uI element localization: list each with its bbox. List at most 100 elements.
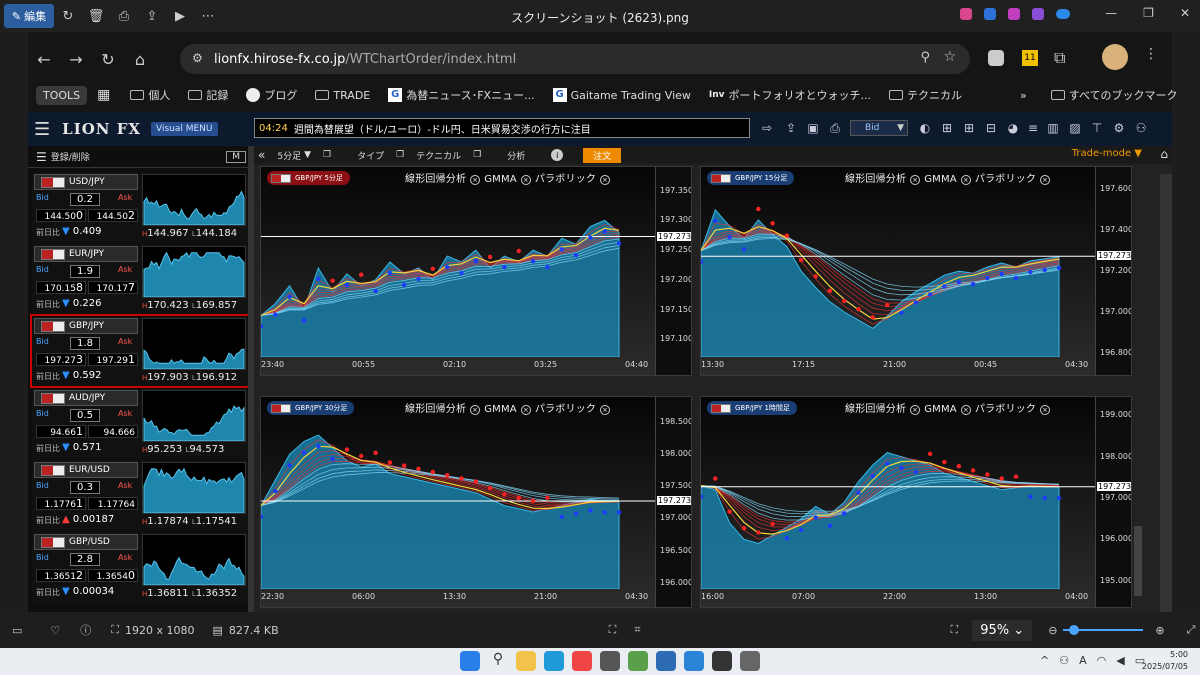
extension-chat-icon[interactable] <box>988 50 1004 66</box>
pair-card[interactable]: EUR/JPY Bid 1.9 Ask 170.158 170.177 前日比 ▼ 0.226… <box>32 244 248 314</box>
pair-card[interactable]: USD/JPY Bid 0.2 Ask 144.500 144.502 前日比 ▼ 0.409… <box>32 172 248 242</box>
close-icon[interactable]: × <box>600 405 611 415</box>
close-icon[interactable]: × <box>910 405 921 415</box>
close-icon[interactable]: × <box>1040 175 1051 185</box>
volume-icon[interactable]: ◀ <box>1116 654 1124 667</box>
regression-label[interactable]: 線形回帰分析 <box>405 404 466 415</box>
extension-badge[interactable]: 11 <box>1022 50 1038 66</box>
bookmark-portfolio[interactable]: Inv ポートフォリオとウォッチ... <box>709 87 871 103</box>
technical-button[interactable]: テクニカル <box>416 149 461 162</box>
settings-icon[interactable]: ⚙ <box>1112 121 1126 135</box>
home-icon[interactable]: ⌂ <box>124 44 156 74</box>
bid-button[interactable]: 1.17761 <box>36 497 86 510</box>
parabolic-label[interactable]: パラボリック <box>975 174 1036 185</box>
crop-icon[interactable]: ⛶ <box>609 623 617 637</box>
close-icon[interactable]: × <box>910 175 921 185</box>
chrome-icon[interactable] <box>572 651 592 671</box>
edge-icon[interactable] <box>544 651 564 671</box>
maximize-icon[interactable]: ❐ <box>1143 6 1154 20</box>
ask-button[interactable]: 144.502 <box>88 209 138 222</box>
edit-button[interactable]: ✎ 編集 <box>4 4 54 28</box>
back-icon[interactable]: ← <box>28 44 60 74</box>
chart-title-tag[interactable]: GBP/JPY 1時間足 <box>707 401 797 415</box>
signal-icon[interactable]: ▥ <box>1046 121 1060 135</box>
close-icon[interactable]: × <box>960 175 971 185</box>
chart-panel[interactable]: GBP/JPY 5分足 線形回帰分析 × GMMA × パラボリック × 197.350 197… <box>260 166 692 376</box>
people-icon[interactable]: ⚇ <box>1059 654 1069 667</box>
ask-button[interactable]: 170.177 <box>88 281 138 294</box>
type-button[interactable]: タイプ <box>357 149 384 162</box>
ocr-icon[interactable]: ⌗ <box>634 623 640 637</box>
pair-card[interactable]: AUD/JPY Bid 0.5 Ask 94.661 94.666 前日比 ▼ 0.571 H9… <box>32 388 248 458</box>
favorite-icon[interactable]: ♡ <box>50 624 60 637</box>
pair-header[interactable]: EUR/USD <box>34 462 138 478</box>
chart-plot[interactable] <box>701 397 1095 589</box>
regression-label[interactable]: 線形回帰分析 <box>845 404 906 415</box>
address-bar[interactable]: ⚙ lionfx.hirose-fx.co.jp/WTChartOrder/in… <box>180 44 970 74</box>
close-icon[interactable]: × <box>600 175 611 185</box>
site-info-icon[interactable]: ⚙ <box>192 51 203 65</box>
bid-button[interactable]: 170.158 <box>36 281 86 294</box>
gmma-label[interactable]: GMMA <box>484 404 517 415</box>
clock[interactable]: 5:00 2025/07/05 <box>1142 649 1188 673</box>
chart-title-tag[interactable]: GBP/JPY 15分足 <box>707 171 795 185</box>
clipchamp-icon[interactable] <box>1008 8 1020 20</box>
account-icon[interactable]: ⚇ <box>1134 121 1148 135</box>
minimize-icon[interactable]: — <box>1105 6 1117 20</box>
copy-icon[interactable]: ❐ <box>473 150 481 160</box>
more-bookmarks-icon[interactable]: » <box>1020 89 1027 102</box>
rotate-icon[interactable]: ↻ <box>54 0 82 32</box>
chevron-up-icon[interactable]: ^ <box>1040 654 1049 667</box>
speed-icon[interactable]: ◐ <box>918 121 932 135</box>
start-icon[interactable] <box>460 651 480 671</box>
apps-grid-icon[interactable]: ▦ <box>97 87 110 103</box>
lion-icon[interactable] <box>740 651 760 671</box>
close-icon[interactable]: × <box>960 405 971 415</box>
sticky-icon[interactable] <box>712 651 732 671</box>
zoom-icon[interactable]: ⚲ <box>920 50 930 65</box>
chart-panel[interactable]: GBP/JPY 1時間足 線形回帰分析 × GMMA × パラボリック × 199.000 19… <box>700 396 1132 608</box>
close-icon[interactable]: × <box>520 405 531 415</box>
menu-icon[interactable]: ⋮ <box>1144 46 1158 62</box>
delete-icon[interactable]: 🗑 <box>82 0 110 32</box>
regression-label[interactable]: 線形回帰分析 <box>845 174 906 185</box>
copy-icon[interactable]: ❐ <box>396 150 404 160</box>
pair-card[interactable]: EUR/USD Bid 0.3 Ask 1.17761 1.17764 前日比 ▲ 0.001… <box>32 460 248 530</box>
tool-icon[interactable]: ⊤ <box>1090 121 1104 135</box>
bookmark-star-icon[interactable]: ☆ <box>943 49 956 65</box>
info-icon[interactable]: ⓘ <box>80 622 91 638</box>
close-icon[interactable]: × <box>1040 405 1051 415</box>
lionfx-app-icon[interactable] <box>600 651 620 671</box>
fullscreen-icon[interactable]: ⤢ <box>1187 623 1196 637</box>
print-icon[interactable]: ⎙ <box>110 0 138 32</box>
save-icon[interactable]: ▣ <box>806 121 820 135</box>
y-axis[interactable]: 199.000 198.000 197.000 196.000 195.000 197.2… <box>1095 397 1131 607</box>
login-icon[interactable]: ⇨ <box>760 121 774 135</box>
m-button[interactable]: M <box>226 150 246 163</box>
zoom-slider[interactable] <box>1134 526 1142 596</box>
extensions-icon[interactable]: ⧉ <box>1054 48 1065 68</box>
chart-plot[interactable] <box>701 167 1095 357</box>
grid-icon[interactable]: ⊟ <box>984 121 998 135</box>
collapse-icon[interactable]: « <box>258 148 265 162</box>
chart-title-tag[interactable]: GBP/JPY 5分足 <box>267 171 350 185</box>
pair-header[interactable]: GBP/USD <box>34 534 138 550</box>
close-icon[interactable]: × <box>520 175 531 185</box>
zoom-select[interactable]: 95% ⌄ <box>972 619 1033 641</box>
reload-icon[interactable]: ↻ <box>92 44 124 74</box>
pair-header[interactable]: USD/JPY <box>34 174 138 190</box>
designer-icon[interactable] <box>1032 8 1044 20</box>
ask-button[interactable]: 197.291 <box>88 353 138 366</box>
wifi-icon[interactable]: ◠ <box>1097 654 1107 667</box>
export-icon[interactable]: ⇪ <box>784 121 798 135</box>
y-axis[interactable]: 197.350 197.300 197.250 197.200 197.150 197.1… <box>655 167 691 375</box>
bid-button[interactable]: 94.661 <box>36 425 86 438</box>
visual-menu-button[interactable]: Visual MENU <box>151 122 218 136</box>
order-button[interactable]: 注文 <box>583 147 622 163</box>
ask-button[interactable]: 1.17764 <box>88 497 138 510</box>
app-icon[interactable] <box>628 651 648 671</box>
pair-header[interactable]: GBP/JPY <box>34 318 138 334</box>
sidebar-scrollbar[interactable] <box>248 146 254 612</box>
calculator-icon[interactable] <box>656 651 676 671</box>
hamburger-menu-icon[interactable]: ☰ <box>34 119 50 140</box>
